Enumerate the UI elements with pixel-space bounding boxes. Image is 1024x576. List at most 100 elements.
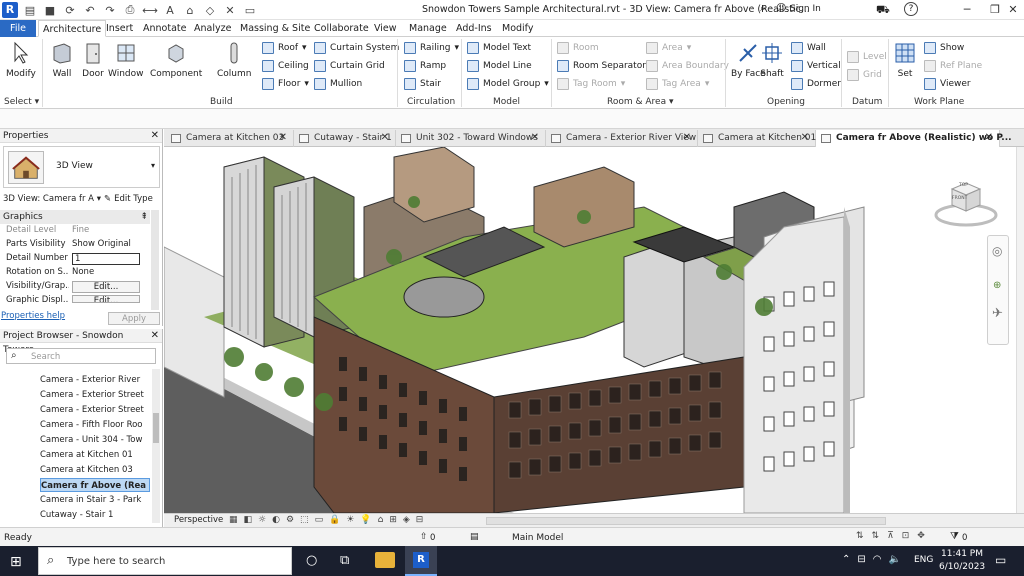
apply-button[interactable]: Apply	[108, 312, 160, 325]
visual-style-icon[interactable]: ◧	[244, 515, 253, 525]
mullion-button[interactable]: Mullion	[314, 78, 362, 90]
list-item[interactable]: Camera - Exterior River	[40, 373, 150, 387]
detail-level-icon[interactable]: ▦	[229, 515, 238, 525]
area-button[interactable]: Area ▾	[646, 42, 691, 54]
list-item[interactable]: Camera - Exterior Street	[40, 388, 150, 402]
list-item[interactable]: Camera in Stair 3 - Park	[40, 493, 150, 507]
tab-annotate[interactable]: Annotate	[139, 20, 190, 37]
modify-button[interactable]: Modify	[6, 41, 36, 79]
design-options-icon[interactable]: ▤	[470, 532, 479, 542]
list-item[interactable]: Camera - Unit 304 - Tow	[40, 433, 150, 447]
tab-unit-302[interactable]: Unit 302 - Toward Windows ✕	[396, 130, 546, 147]
browser-scrollbar[interactable]	[152, 369, 160, 523]
clock-date[interactable]: 6/10/2023	[939, 562, 985, 572]
properties-scrollbar[interactable]	[151, 210, 159, 310]
notification-icon[interactable]: ▭	[995, 553, 1006, 567]
browser-search-box[interactable]: ⌕ Search	[6, 348, 156, 364]
sync-icon[interactable]: ⟳	[62, 2, 78, 18]
list-item[interactable]: Camera - Fifth Floor Roo	[40, 418, 150, 432]
vertical-button[interactable]: Vertical	[791, 60, 841, 72]
shadows-icon[interactable]: ◐	[272, 515, 280, 525]
tab-camera-fr-above[interactable]: Camera fr Above (Realistic) wo P... ✕	[816, 130, 1012, 147]
select-panel-dropdown[interactable]: Select ▾	[4, 97, 39, 107]
open-icon[interactable]: ▤	[22, 2, 38, 18]
crop-view-icon[interactable]: ⬚	[300, 515, 309, 525]
clock-time[interactable]: 11:41 PM	[941, 549, 983, 559]
component-button[interactable]: Component	[150, 41, 202, 79]
close-icon[interactable]: ✕	[985, 130, 993, 146]
room-area-panel-label[interactable]: Room & Area ▾	[607, 97, 673, 107]
orbit-icon[interactable]: ✈	[992, 306, 1003, 321]
lock-view-icon[interactable]: 🔒	[329, 515, 340, 525]
viewcube[interactable]: TOP FRONT	[934, 175, 998, 227]
ref-plane-button[interactable]: Ref Plane	[924, 60, 982, 72]
close-icon[interactable]: ✕	[381, 130, 389, 146]
model-text-button[interactable]: Model Text	[467, 42, 531, 54]
graphic-display-edit-button[interactable]: Edit...	[72, 295, 140, 303]
select-links-icon[interactable]: ⇅	[856, 531, 864, 541]
list-item[interactable]: Cutaway - Stair 1	[40, 508, 150, 522]
tab-manage[interactable]: Manage	[405, 20, 451, 37]
horizontal-scrollbar[interactable]	[486, 517, 886, 525]
select-by-face-icon[interactable]: ⊡	[902, 531, 910, 541]
render-icon[interactable]: ⚙	[286, 515, 294, 525]
temporary-hide-icon[interactable]: ☀	[346, 515, 354, 525]
sign-in-link[interactable]: Sign In	[790, 4, 821, 14]
3d-view-icon[interactable]: ⌂	[182, 2, 198, 18]
model-line-button[interactable]: Model Line	[467, 60, 532, 72]
roof-button[interactable]: Roof ▾	[262, 42, 307, 54]
help-icon[interactable]: ?	[904, 2, 918, 16]
stair-button[interactable]: Stair	[404, 78, 441, 90]
close-hidden-icon[interactable]: ✕	[222, 2, 238, 18]
tab-camera-exterior-river[interactable]: Camera - Exterior River View ✕	[546, 130, 698, 147]
visibility-edit-button[interactable]: Edit...	[72, 281, 140, 293]
measure-icon[interactable]: ⟷	[142, 2, 158, 18]
viewport-scrollbar[interactable]	[1016, 147, 1024, 513]
curtain-grid-button[interactable]: Curtain Grid	[314, 60, 385, 72]
detail-number-input[interactable]: 1	[72, 253, 140, 265]
show-crop-icon[interactable]: ▭	[315, 515, 324, 525]
tab-cutaway-stair-1[interactable]: Cutaway - Stair 1 ✕	[294, 130, 396, 147]
close-icon[interactable]: ✕	[151, 129, 159, 143]
close-icon[interactable]: ✕	[151, 329, 159, 343]
shaft-button[interactable]: Shaft	[760, 41, 784, 79]
text-icon[interactable]: A	[162, 2, 178, 18]
filter-icon[interactable]: ⧩	[950, 531, 959, 542]
dormer-button[interactable]: Dormer	[791, 78, 841, 90]
properties-help-link[interactable]: Properties help	[1, 311, 65, 321]
ceiling-button[interactable]: Ceiling	[262, 60, 309, 72]
edit-type-button[interactable]: ✎ Edit Type	[104, 192, 153, 206]
analytical-icon[interactable]: ⊞	[389, 515, 397, 525]
section-icon[interactable]: ◇	[202, 2, 218, 18]
select-pinned-icon[interactable]: ⊼	[887, 531, 894, 541]
highlight-icon[interactable]: ◈	[403, 515, 410, 525]
room-button[interactable]: Room	[557, 42, 599, 54]
tab-file[interactable]: File	[0, 20, 36, 37]
tag-room-button[interactable]: Tag Room ▾	[557, 78, 625, 90]
tab-massing-site[interactable]: Massing & Site	[236, 20, 314, 37]
ramp-button[interactable]: Ramp	[404, 60, 446, 72]
user-icon[interactable]: ☺	[776, 3, 786, 14]
language-indicator[interactable]: ENG	[914, 555, 933, 565]
level-button[interactable]: Level	[847, 51, 887, 63]
type-selector[interactable]: 3D View ▾	[3, 146, 160, 188]
list-item-selected[interactable]: Camera fr Above (Rea	[40, 478, 150, 492]
tab-collaborate[interactable]: Collaborate	[310, 20, 373, 37]
3d-viewport[interactable]: TOP FRONT ◎ ⊕ ✈	[164, 147, 1024, 513]
list-item[interactable]: Camera at Kitchen 01	[40, 448, 150, 462]
search-help-icon[interactable]: ⌕	[760, 3, 766, 14]
network-icon[interactable]: ⊟	[857, 554, 865, 565]
windows-start-icon[interactable]: ⊞	[10, 554, 22, 570]
tab-analyze[interactable]: Analyze	[190, 20, 235, 37]
window-button[interactable]: Window	[108, 41, 144, 79]
wall-button[interactable]: Wall	[50, 41, 74, 79]
tab-camera-kitchen-01[interactable]: Camera at Kitchen 01 ✕	[698, 130, 816, 147]
list-item[interactable]: Camera - Exterior Street	[40, 403, 150, 417]
curtain-system-button[interactable]: Curtain System	[314, 42, 399, 54]
zoom-icon[interactable]: ⊕	[993, 280, 1001, 291]
workset-icon[interactable]: ⇧	[420, 532, 428, 542]
wall-opening-button[interactable]: Wall	[791, 42, 826, 54]
revit-taskbar-button[interactable]: R	[405, 546, 437, 576]
set-button[interactable]: Set	[893, 41, 917, 79]
model-group-button[interactable]: Model Group ▾	[467, 78, 549, 90]
